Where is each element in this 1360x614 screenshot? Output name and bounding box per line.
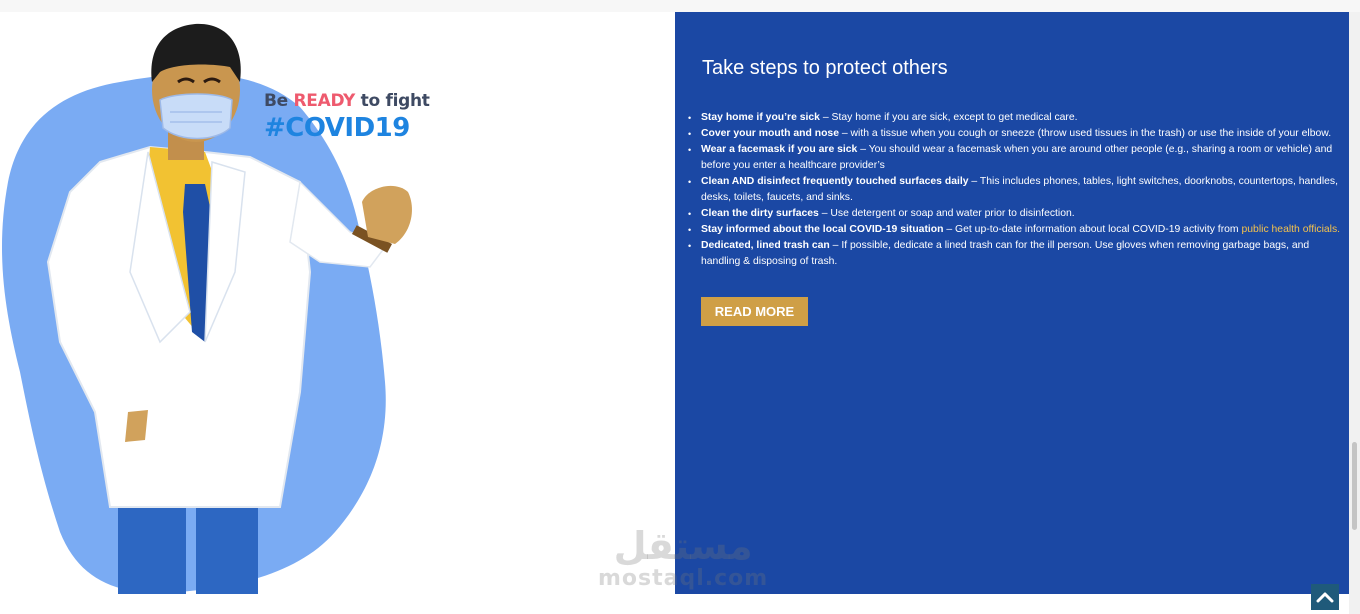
chevron-up-icon xyxy=(1316,592,1334,603)
watermark-arabic: مستقل xyxy=(613,524,753,568)
read-more-button[interactable]: READ MORE xyxy=(701,297,808,326)
list-item: Stay informed about the local COVID-19 s… xyxy=(688,222,1351,238)
watermark: مستقل mostaql.com xyxy=(598,524,768,590)
face-mask xyxy=(159,93,233,140)
slogan-highlight: READY xyxy=(293,91,356,111)
panel-title: Take steps to protect others xyxy=(702,57,948,79)
list-item: Clean AND disinfect frequently touched s… xyxy=(688,174,1351,206)
slogan-hashtag: #COVID19 xyxy=(264,113,410,143)
public-health-link[interactable]: public health officials. xyxy=(1241,224,1340,235)
top-strip xyxy=(0,0,1360,12)
watermark-latin: mostaql.com xyxy=(598,566,769,591)
protect-others-panel: Take steps to protect others Stay home i… xyxy=(675,12,1349,594)
fist xyxy=(362,185,412,244)
list-item: Stay home if you’re sick – Stay home if … xyxy=(688,110,1351,126)
illustration-panel: Be READY to fight #COVID19 xyxy=(0,12,675,614)
page-scrollbar[interactable] xyxy=(1349,12,1360,614)
hand xyxy=(125,410,148,442)
list-item: Cover your mouth and nose – with a tissu… xyxy=(688,126,1351,142)
list-item: Wear a facemask if you are sick – You sh… xyxy=(688,142,1351,174)
back-to-top-button[interactable] xyxy=(1311,584,1339,610)
scroll-thumb[interactable] xyxy=(1352,442,1357,530)
list-item: Dedicated, lined trash can – If possible… xyxy=(688,238,1351,270)
list-item: Clean the dirty surfaces – Use detergent… xyxy=(688,206,1351,222)
tips-list: Stay home if you’re sick – Stay home if … xyxy=(688,110,1351,270)
slogan: Be READY to fight #COVID19 xyxy=(264,91,430,143)
slogan-line: Be READY to fight xyxy=(264,91,430,111)
